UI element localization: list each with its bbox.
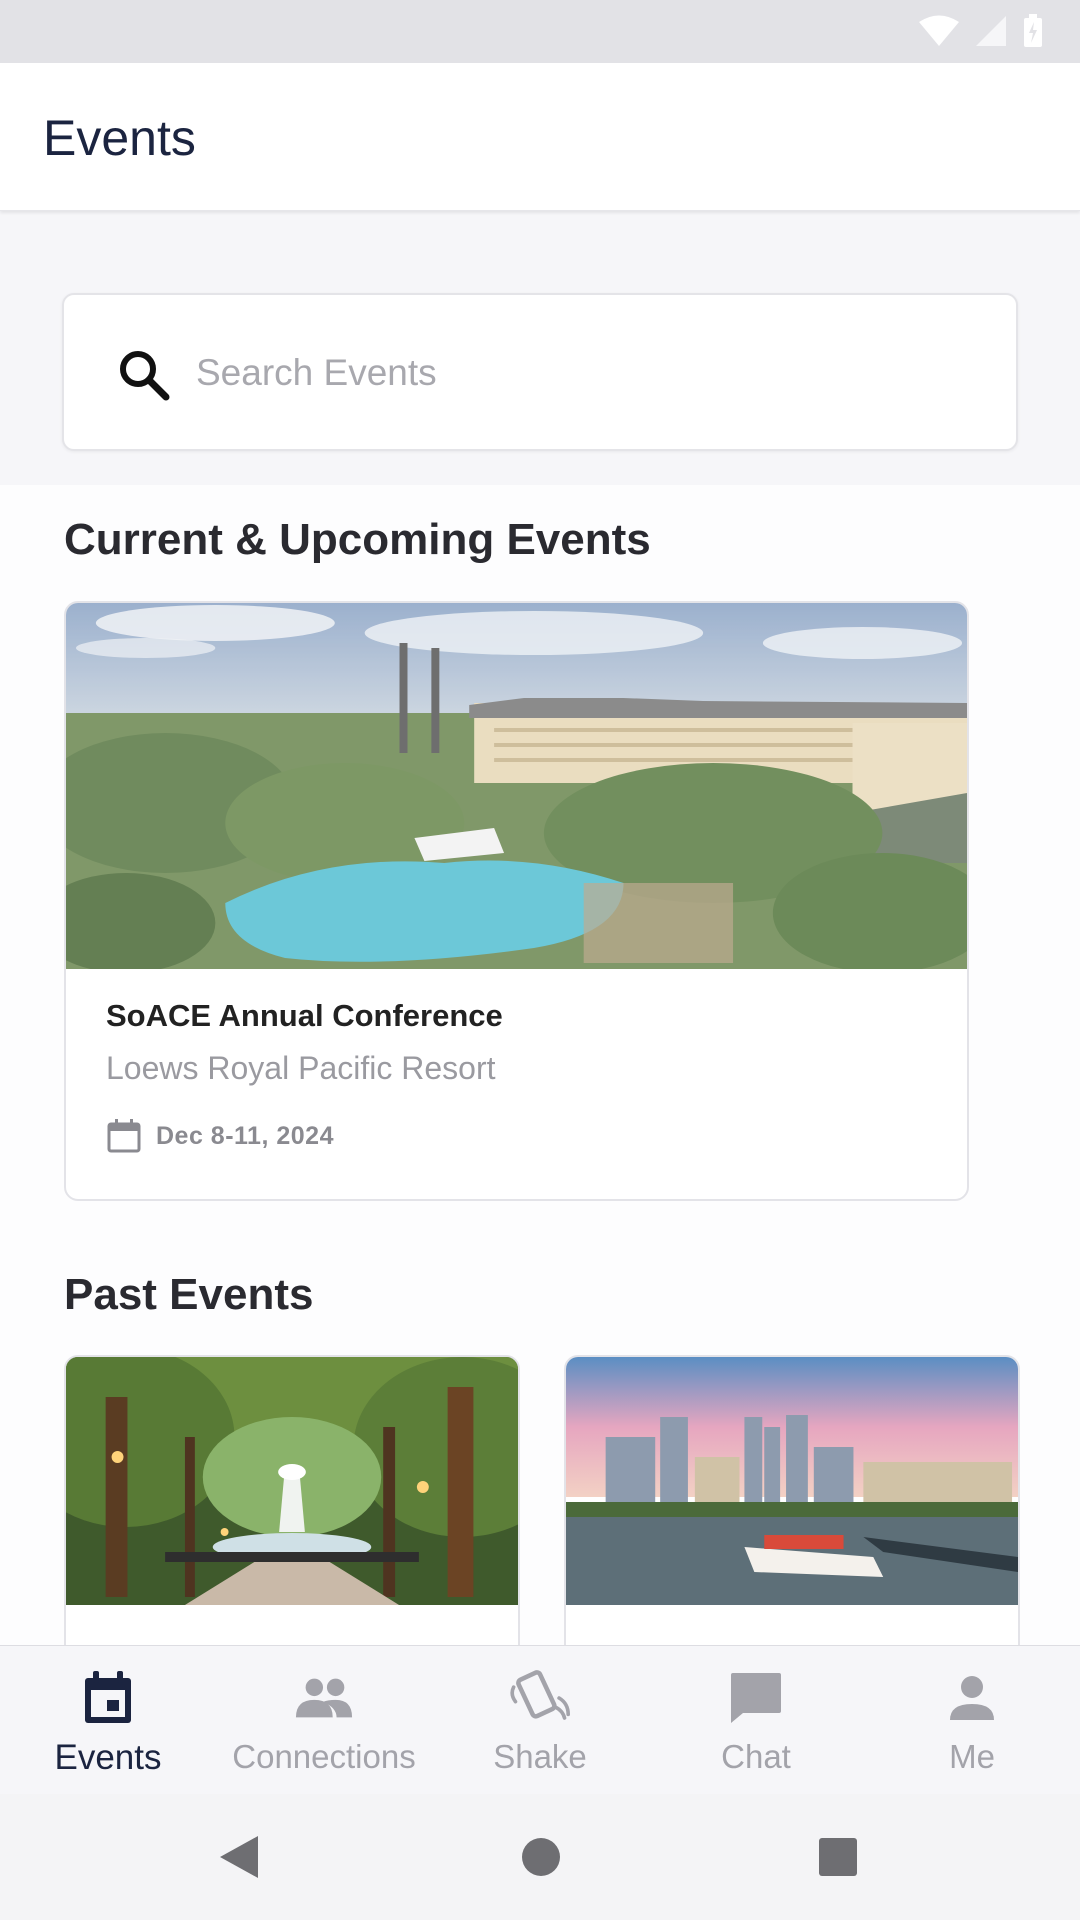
wifi-icon bbox=[919, 15, 959, 46]
nav-item-shake[interactable]: Shake bbox=[432, 1646, 648, 1794]
calendar-icon bbox=[78, 1668, 138, 1728]
search-input[interactable] bbox=[196, 335, 976, 411]
past-event-card[interactable] bbox=[64, 1355, 520, 1645]
status-icons bbox=[918, 14, 1044, 48]
events-list: Current & Upcoming Events SoACE Annual C… bbox=[0, 485, 1080, 1645]
bottom-nav: Events Connections Shake Chat Me bbox=[0, 1645, 1080, 1794]
person-icon bbox=[942, 1668, 1002, 1728]
nav-label-shake: Shake bbox=[493, 1738, 587, 1775]
past-event-card[interactable] bbox=[564, 1355, 1020, 1645]
event-card[interactable]: SoACE Annual Conference Loews Royal Paci… bbox=[64, 601, 969, 1201]
nav-label-connections: Connections bbox=[232, 1738, 416, 1775]
chat-bubble-icon bbox=[726, 1668, 786, 1728]
event-date-row: Dec 8-11, 2024 bbox=[106, 1118, 334, 1154]
nav-label-me: Me bbox=[949, 1738, 995, 1775]
recents-icon[interactable] bbox=[817, 1834, 859, 1880]
nav-label-chat: Chat bbox=[721, 1738, 791, 1775]
nav-item-chat[interactable]: Chat bbox=[648, 1646, 864, 1794]
park-fountain-photo bbox=[66, 1357, 518, 1605]
home-icon[interactable] bbox=[521, 1834, 561, 1880]
signal-icon bbox=[976, 16, 1006, 46]
section-title-current: Current & Upcoming Events bbox=[64, 515, 651, 564]
status-bar bbox=[0, 0, 1080, 63]
search-icon bbox=[120, 351, 170, 401]
page-title: Events bbox=[43, 110, 196, 166]
search-bar[interactable] bbox=[62, 293, 1018, 451]
nav-label-events: Events bbox=[54, 1738, 162, 1777]
event-name: SoACE Annual Conference bbox=[106, 998, 503, 1033]
section-title-past: Past Events bbox=[64, 1270, 314, 1319]
system-nav-bar bbox=[0, 1794, 1080, 1920]
city-riverfront-photo bbox=[566, 1357, 1018, 1605]
nav-item-connections[interactable]: Connections bbox=[216, 1646, 432, 1794]
nav-item-me[interactable]: Me bbox=[864, 1646, 1080, 1794]
event-cover-image bbox=[66, 603, 967, 969]
back-icon[interactable] bbox=[218, 1834, 260, 1880]
battery-icon bbox=[1024, 14, 1042, 47]
calendar-icon bbox=[107, 1119, 141, 1153]
event-date: Dec 8-11, 2024 bbox=[156, 1121, 334, 1150]
shake-phone-icon bbox=[510, 1668, 570, 1728]
app-header: Events bbox=[0, 63, 1080, 211]
nav-item-events[interactable]: Events bbox=[0, 1646, 216, 1794]
event-venue: Loews Royal Pacific Resort bbox=[106, 1050, 496, 1086]
people-icon bbox=[294, 1668, 354, 1728]
